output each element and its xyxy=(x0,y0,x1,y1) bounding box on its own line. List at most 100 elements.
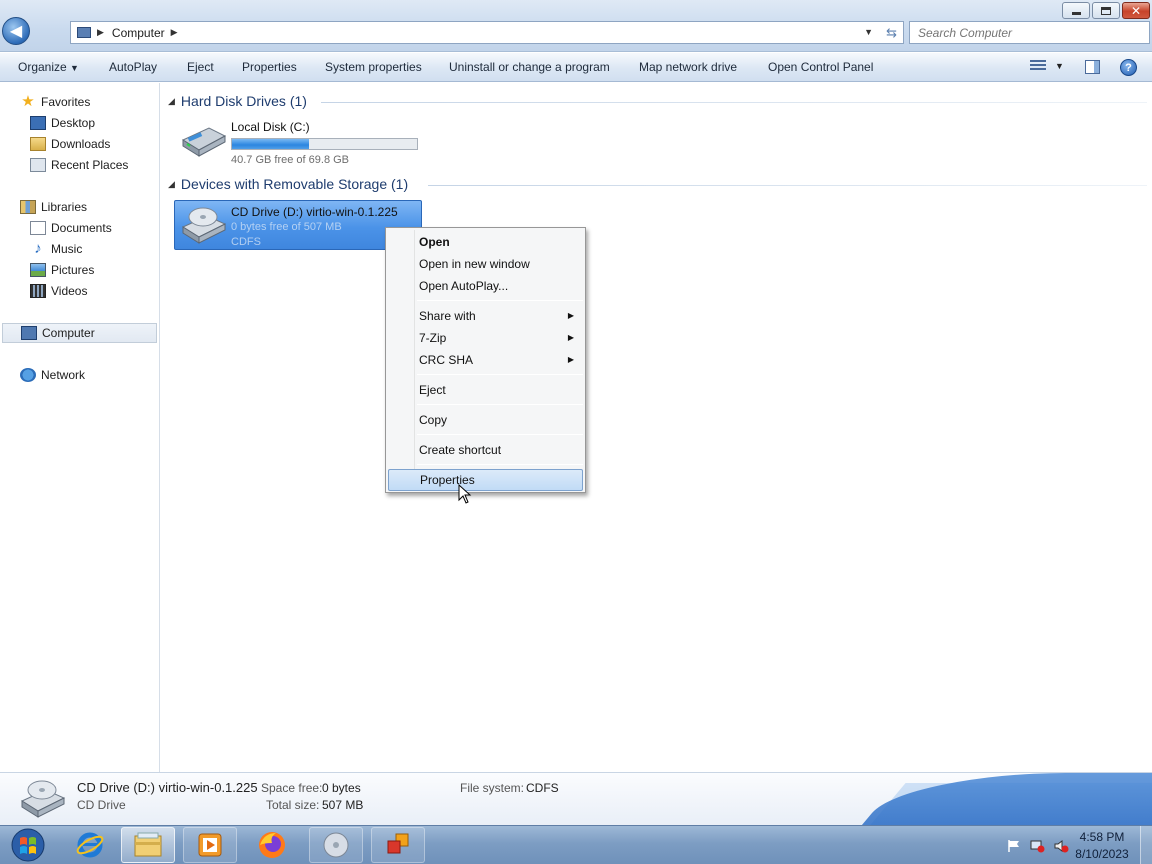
close-button[interactable]: ✕ xyxy=(1122,2,1150,19)
help-icon[interactable]: ? xyxy=(1120,59,1137,76)
menu-item-create-shortcut[interactable]: Create shortcut xyxy=(388,439,583,461)
menu-separator xyxy=(417,434,583,435)
menu-item-eject[interactable]: Eject xyxy=(388,379,583,401)
caption-buttons: ✕ xyxy=(1060,2,1150,19)
uninstall-program-button[interactable]: Uninstall or change a program xyxy=(449,60,610,74)
taskbar: 4:58 PM 8/10/2023 xyxy=(0,825,1152,864)
menu-item-open-new-window[interactable]: Open in new window xyxy=(388,253,583,275)
network-disconnected-icon[interactable] xyxy=(1029,839,1045,853)
forward-button[interactable] xyxy=(34,24,60,40)
menu-item-open-autoplay[interactable]: Open AutoPlay... xyxy=(388,275,583,297)
nav-videos[interactable]: Videos xyxy=(30,281,87,301)
nav-favorites-label: Favorites xyxy=(41,95,91,109)
details-name: CD Drive (D:) virtio-win-0.1.225 xyxy=(77,780,258,795)
search-input[interactable] xyxy=(918,25,1118,40)
drive-c-usage-fill xyxy=(232,139,310,149)
details-total-size-value: 507 MB xyxy=(322,798,364,812)
firefox-icon xyxy=(259,832,285,858)
action-center-flag-icon[interactable] xyxy=(1006,839,1022,853)
menu-item-properties[interactable]: Properties xyxy=(388,469,583,491)
star-icon: ★ xyxy=(21,93,35,110)
pictures-icon xyxy=(30,263,46,277)
back-arrow-icon: ◀ xyxy=(9,23,23,40)
menu-item-open[interactable]: Open xyxy=(388,231,583,253)
restore-button[interactable] xyxy=(1092,2,1120,19)
group-hdd-label: Hard Disk Drives (1) xyxy=(180,93,307,109)
start-button[interactable] xyxy=(6,827,50,863)
menu-separator xyxy=(417,374,583,375)
map-network-drive-button[interactable]: Map network drive xyxy=(639,60,737,74)
clock-date[interactable]: 8/10/2023 xyxy=(1062,847,1142,861)
mouse-cursor-icon xyxy=(458,484,472,504)
taskbar-app[interactable] xyxy=(371,827,425,863)
taskbar-internet-explorer[interactable] xyxy=(63,827,117,863)
address-dropdown-icon[interactable]: ▼ xyxy=(864,27,873,37)
nav-pictures-label: Pictures xyxy=(51,263,95,277)
share-with-label: Share with xyxy=(419,309,476,323)
minimize-icon xyxy=(1071,12,1081,15)
nav-downloads[interactable]: Downloads xyxy=(30,134,110,154)
clock-time[interactable]: 4:58 PM xyxy=(1062,830,1142,844)
nav-documents-label: Documents xyxy=(51,221,112,235)
drive-local-disk-c[interactable]: Local Disk (C:) 40.7 GB free of 69.8 GB xyxy=(175,116,423,166)
taskbar-cd-drive[interactable] xyxy=(309,827,363,863)
nav-videos-label: Videos xyxy=(51,284,88,298)
back-button[interactable]: ◀ xyxy=(2,17,30,45)
eject-button[interactable]: Eject xyxy=(187,60,214,74)
address-bar[interactable]: ▶ Computer ▶ ▼ ⇆ xyxy=(70,21,904,44)
refresh-icon[interactable]: ⇆ xyxy=(886,25,897,41)
submenu-arrow-icon: ▶ xyxy=(567,333,574,342)
group-header-hdd[interactable]: ◢ Hard Disk Drives (1) xyxy=(168,93,307,109)
nav-network[interactable]: Network xyxy=(20,365,85,385)
drive-d-name: CD Drive (D:) virtio-win-0.1.225 xyxy=(231,205,398,219)
hard-drive-icon xyxy=(181,127,227,157)
change-view-icon[interactable] xyxy=(1030,60,1046,74)
nav-computer[interactable]: Computer xyxy=(2,323,157,343)
preview-pane-icon[interactable] xyxy=(1085,60,1100,74)
system-properties-button[interactable]: System properties xyxy=(325,60,422,74)
autoplay-button[interactable]: AutoPlay xyxy=(109,60,157,74)
nav-pictures[interactable]: Pictures xyxy=(30,260,94,280)
nav-music-label: Music xyxy=(51,242,83,256)
menu-separator xyxy=(417,404,583,405)
nav-music[interactable]: ♪ Music xyxy=(30,239,82,259)
nav-desktop-label: Desktop xyxy=(51,116,96,130)
menu-item-crc-sha[interactable]: CRC SHA ▶ xyxy=(388,349,583,371)
context-menu: Open Open in new window Open AutoPlay...… xyxy=(385,227,586,493)
menu-item-copy[interactable]: Copy xyxy=(388,409,583,431)
organize-label: Organize xyxy=(18,60,67,74)
details-pane: CD Drive (D:) virtio-win-0.1.225 CD Driv… xyxy=(0,772,1152,825)
minimize-button[interactable] xyxy=(1062,2,1090,19)
breadcrumb-separator-icon[interactable]: ▶ xyxy=(171,27,178,38)
nav-downloads-label: Downloads xyxy=(51,137,111,151)
details-type: CD Drive xyxy=(77,798,126,812)
nav-recent-places[interactable]: Recent Places xyxy=(30,155,128,175)
application-icon xyxy=(387,833,409,854)
menu-separator xyxy=(417,464,583,465)
drive-c-free-space: 40.7 GB free of 69.8 GB xyxy=(231,154,350,166)
breadcrumb-separator-icon[interactable]: ▶ xyxy=(97,27,104,38)
nav-favorites[interactable]: ★ Favorites xyxy=(20,92,90,112)
organize-button[interactable]: Organize ▼ xyxy=(18,60,79,74)
restore-icon xyxy=(1101,6,1111,15)
film-strip-icon xyxy=(30,284,46,298)
nav-documents[interactable]: Documents xyxy=(30,218,112,238)
taskbar-windows-explorer[interactable] xyxy=(121,827,175,863)
group-removable-label: Devices with Removable Storage (1) xyxy=(180,176,409,192)
submenu-arrow-icon: ▶ xyxy=(567,355,574,364)
group-header-removable[interactable]: ◢ Devices with Removable Storage (1) xyxy=(168,176,408,192)
taskbar-media-player[interactable] xyxy=(183,827,237,863)
search-box[interactable] xyxy=(909,21,1150,44)
show-desktop-button[interactable] xyxy=(1140,826,1152,864)
menu-item-7zip[interactable]: 7-Zip ▶ xyxy=(388,327,583,349)
nav-libraries[interactable]: Libraries xyxy=(20,197,87,217)
view-dropdown-icon[interactable]: ▼ xyxy=(1055,61,1064,71)
taskbar-firefox[interactable] xyxy=(245,827,299,863)
nav-network-label: Network xyxy=(41,368,86,382)
open-control-panel-button[interactable]: Open Control Panel xyxy=(768,60,873,74)
menu-item-share-with[interactable]: Share with ▶ xyxy=(388,305,583,327)
breadcrumb-computer[interactable]: Computer xyxy=(112,26,165,40)
properties-button[interactable]: Properties xyxy=(242,60,297,74)
drive-d-free-space: 0 bytes free of 507 MB xyxy=(231,221,342,233)
nav-desktop[interactable]: Desktop xyxy=(30,113,95,133)
